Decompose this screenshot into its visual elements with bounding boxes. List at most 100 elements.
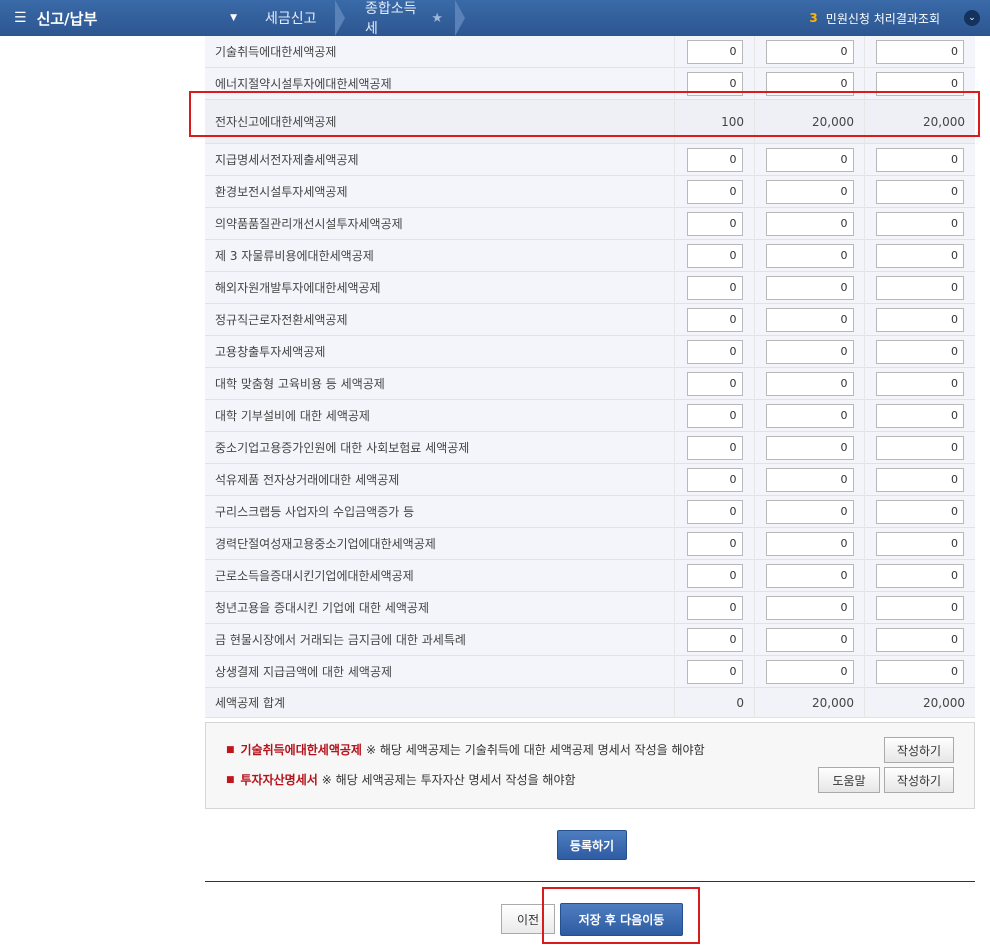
amount-input[interactable] bbox=[876, 403, 964, 428]
row-label: 근로소득을증대시킨기업에대한세액공제 bbox=[205, 559, 675, 592]
amount-input[interactable] bbox=[686, 39, 743, 64]
cell-col3 bbox=[865, 496, 975, 528]
cell-col3 bbox=[865, 464, 975, 496]
amount-input[interactable] bbox=[765, 211, 854, 236]
chevron-down-icon[interactable]: ⌄ bbox=[964, 10, 980, 26]
row-label: 상생결제 지급금액에 대한 세액공제 bbox=[205, 655, 675, 688]
amount-input[interactable] bbox=[765, 179, 854, 204]
amount-input[interactable] bbox=[686, 403, 743, 428]
star-icon[interactable]: ★ bbox=[431, 11, 443, 26]
amount-input[interactable] bbox=[765, 595, 854, 620]
amount-input[interactable] bbox=[876, 467, 964, 492]
table-row: 석유제품 전자상거래에대한 세액공제 bbox=[205, 463, 975, 496]
amount-input[interactable] bbox=[876, 627, 964, 652]
row-label: 의약품품질관리개선시설투자세액공제 bbox=[205, 207, 675, 240]
notice-line-asset: ■ 투자자산명세서 ※ 해당 세액공제는 투자자산 명세서 작성을 해야함 bbox=[226, 771, 576, 788]
amount-input[interactable] bbox=[876, 211, 964, 236]
amount-input[interactable] bbox=[765, 563, 854, 588]
cell-col1 bbox=[675, 591, 755, 624]
amount-input[interactable] bbox=[686, 531, 743, 556]
amount-input[interactable] bbox=[765, 371, 854, 396]
table-row: 청년고용을 증대시킨 기업에 대한 세액공제 bbox=[205, 591, 975, 624]
amount-input[interactable] bbox=[686, 627, 743, 652]
amount-input[interactable] bbox=[686, 467, 743, 492]
amount-input[interactable] bbox=[686, 339, 743, 364]
amount-input[interactable] bbox=[686, 499, 743, 524]
civil-request-link[interactable]: 3 민원신청 처리결과조회 ⌄ bbox=[809, 10, 990, 27]
amount-input[interactable] bbox=[765, 467, 854, 492]
cell-col3 bbox=[865, 624, 975, 656]
table-row: 대학 기부설비에 대한 세액공제 bbox=[205, 399, 975, 432]
row-label: 환경보전시설투자세액공제 bbox=[205, 175, 675, 208]
cell-col1 bbox=[675, 303, 755, 336]
amount-input[interactable] bbox=[876, 339, 964, 364]
amount-input[interactable] bbox=[686, 307, 743, 332]
amount-input[interactable] bbox=[876, 563, 964, 588]
cell-col3 bbox=[865, 36, 975, 68]
amount-input[interactable] bbox=[876, 595, 964, 620]
cell-col2 bbox=[755, 271, 865, 304]
cell-col3 bbox=[865, 656, 975, 688]
table-row: 정규직근로자전환세액공제 bbox=[205, 303, 975, 336]
cell-col1 bbox=[675, 143, 755, 176]
amount-value: 0 bbox=[736, 695, 744, 710]
amount-input[interactable] bbox=[765, 147, 854, 172]
amount-input[interactable] bbox=[765, 243, 854, 268]
amount-input[interactable] bbox=[765, 627, 854, 652]
amount-input[interactable] bbox=[686, 435, 743, 460]
amount-input[interactable] bbox=[876, 435, 964, 460]
request-label: 민원신청 처리결과조회 bbox=[825, 11, 940, 26]
amount-input[interactable] bbox=[686, 243, 743, 268]
amount-input[interactable] bbox=[765, 435, 854, 460]
cell-col2 bbox=[755, 367, 865, 400]
amount-input[interactable] bbox=[765, 307, 854, 332]
total-row: 세액공제 합계 0 20,000 20,000 bbox=[205, 687, 975, 718]
amount-input[interactable] bbox=[876, 659, 964, 684]
tax-credit-table: 기술취득에대한세액공제에너지절약시설투자에대한세액공제전자신고에대한세액공제10… bbox=[205, 35, 975, 718]
write-tech-button[interactable]: 작성하기 bbox=[884, 737, 954, 763]
row-label: 구리스크랩등 사업자의 수입금액증가 등 bbox=[205, 495, 675, 528]
write-asset-button[interactable]: 작성하기 bbox=[884, 767, 954, 793]
amount-input[interactable] bbox=[765, 403, 854, 428]
amount-input[interactable] bbox=[686, 371, 743, 396]
cell-col2 bbox=[755, 35, 865, 68]
amount-input[interactable] bbox=[686, 275, 743, 300]
amount-input[interactable] bbox=[876, 39, 964, 64]
table-row: 고용창출투자세액공제 bbox=[205, 335, 975, 368]
amount-input[interactable] bbox=[686, 659, 743, 684]
amount-input[interactable] bbox=[876, 147, 964, 172]
amount-input[interactable] bbox=[686, 563, 743, 588]
caret-down-icon: ▼ bbox=[230, 13, 237, 23]
amount-input[interactable] bbox=[876, 275, 964, 300]
amount-input[interactable] bbox=[876, 307, 964, 332]
register-button[interactable]: 등록하기 bbox=[557, 830, 627, 860]
amount-input[interactable] bbox=[876, 371, 964, 396]
amount-input[interactable] bbox=[765, 499, 854, 524]
amount-input[interactable] bbox=[765, 275, 854, 300]
cell-col2 bbox=[755, 399, 865, 432]
help-button[interactable]: 도움말 bbox=[818, 767, 880, 793]
cell-col1 bbox=[675, 399, 755, 432]
amount-input[interactable] bbox=[765, 531, 854, 556]
amount-input[interactable] bbox=[876, 531, 964, 556]
amount-input[interactable] bbox=[876, 179, 964, 204]
breadcrumb-tax-filing[interactable]: 세금신고 bbox=[245, 0, 345, 36]
main-menu-button[interactable]: ☰ 신고/납부 ▼ bbox=[0, 0, 245, 36]
cell-col3 bbox=[865, 432, 975, 464]
cell-col1 bbox=[675, 431, 755, 464]
amount-input[interactable] bbox=[876, 499, 964, 524]
amount-input[interactable] bbox=[686, 595, 743, 620]
amount-input[interactable] bbox=[765, 39, 854, 64]
amount-input[interactable] bbox=[686, 147, 743, 172]
table-row: 해외자원개발투자에대한세액공제 bbox=[205, 271, 975, 304]
breadcrumb-income-tax[interactable]: 종합소득세 ★ bbox=[345, 0, 465, 37]
highlight-box-save-next bbox=[542, 887, 700, 944]
cell-col3 bbox=[865, 208, 975, 240]
table-row: 상생결제 지급금액에 대한 세액공제 bbox=[205, 655, 975, 688]
amount-input[interactable] bbox=[686, 211, 743, 236]
amount-input[interactable] bbox=[876, 243, 964, 268]
amount-input[interactable] bbox=[765, 339, 854, 364]
cell-col3 bbox=[865, 176, 975, 208]
amount-input[interactable] bbox=[765, 659, 854, 684]
amount-input[interactable] bbox=[686, 179, 743, 204]
